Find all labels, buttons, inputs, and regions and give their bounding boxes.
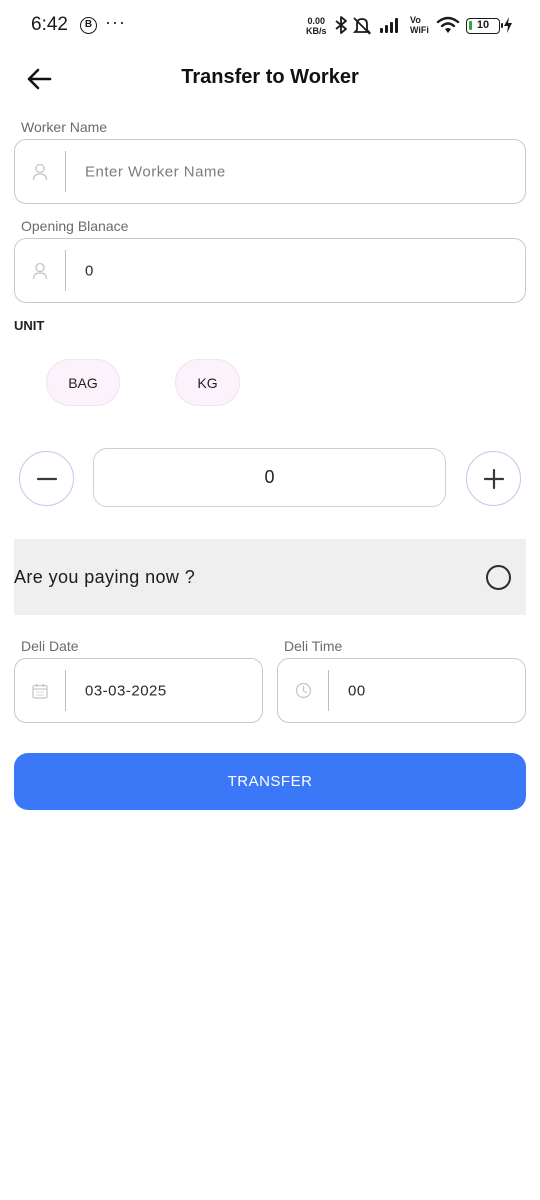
opening-balance-field[interactable]: 0 (14, 238, 526, 303)
decrement-button[interactable] (19, 451, 74, 506)
unit-chip-bag[interactable]: BAG (46, 359, 120, 406)
person-icon (29, 260, 51, 282)
more-notifications-icon: ··· (105, 12, 126, 32)
minus-icon (36, 477, 57, 480)
field-divider (65, 151, 67, 192)
network-speed: 0.00 KB/s (306, 16, 327, 36)
plus-icon (483, 468, 504, 489)
page-title: Transfer to Worker (181, 66, 359, 88)
status-bar: 6:42 B ··· 0.00 KB/s Vo WiFi 10 (0, 0, 540, 52)
clock-icon (292, 680, 314, 702)
increment-button[interactable] (466, 451, 521, 506)
wifi-icon (436, 16, 460, 33)
deli-time-label: Deli Time (284, 638, 343, 654)
unit-chip-kg[interactable]: KG (175, 359, 240, 406)
unit-label: UNIT (14, 318, 45, 333)
field-divider (65, 670, 67, 711)
worker-name-input[interactable]: Enter Worker Name (85, 163, 226, 180)
deli-date-input[interactable]: 03-03-2025 (85, 682, 167, 699)
vowifi-label: WiFi (410, 25, 429, 35)
bluetooth-icon (335, 16, 347, 34)
deli-time-input[interactable]: 00 (348, 682, 366, 699)
quantity-input[interactable]: 0 (93, 448, 446, 507)
transfer-button[interactable]: TRANSFER (14, 753, 526, 810)
charging-icon (504, 17, 512, 33)
status-time: 6:42 (31, 14, 68, 35)
field-divider (65, 250, 67, 291)
battery-icon: 10 (466, 18, 503, 34)
deli-date-field[interactable]: 03-03-2025 (14, 658, 263, 723)
person-icon (29, 161, 51, 183)
signal-icon (380, 18, 398, 33)
status-icons (335, 16, 398, 35)
worker-name-label: Worker Name (21, 119, 108, 135)
calendar-icon (29, 680, 51, 702)
vowifi-indicator: Vo WiFi (410, 15, 429, 35)
b-app-icon: B (80, 17, 97, 34)
network-speed-value: 0.00 (307, 16, 326, 26)
deli-date-label: Deli Date (21, 638, 79, 654)
vowifi-vo: Vo (410, 15, 421, 25)
field-divider (328, 670, 330, 711)
deli-time-field[interactable]: 00 (277, 658, 526, 723)
paying-now-row[interactable]: Are you paying now ? (14, 539, 526, 615)
bell-muted-icon (352, 17, 372, 35)
worker-name-field[interactable]: Enter Worker Name (14, 139, 526, 204)
paying-now-question: Are you paying now ? (14, 567, 196, 587)
opening-balance-label: Opening Blanace (21, 218, 129, 234)
paying-now-radio[interactable] (486, 565, 511, 590)
opening-balance-input[interactable]: 0 (85, 262, 94, 279)
network-speed-unit: KB/s (306, 26, 327, 36)
